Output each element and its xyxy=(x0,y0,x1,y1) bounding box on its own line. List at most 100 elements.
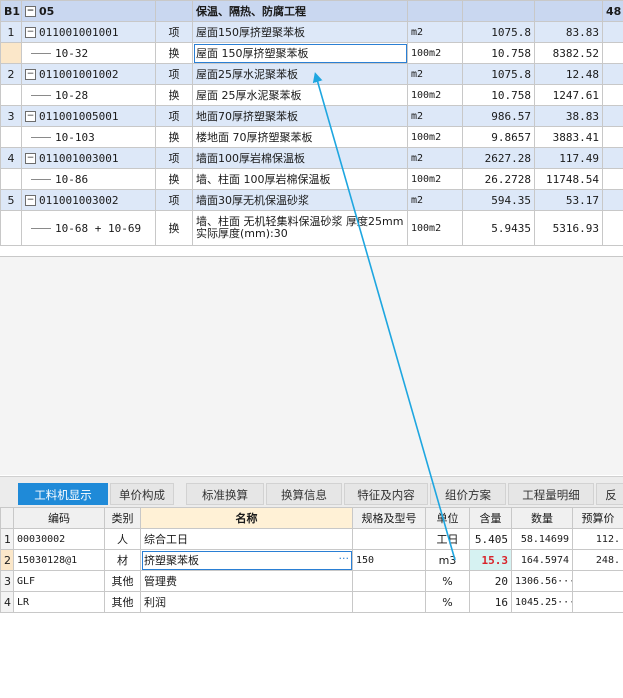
spec-cell[interactable] xyxy=(352,570,426,592)
quantity-cell[interactable]: 26.2728 xyxy=(462,168,535,190)
price-cell[interactable]: 8382.52 xyxy=(534,42,603,64)
tab-1[interactable]: 单价构成 xyxy=(110,483,174,505)
tab-7[interactable]: 反 xyxy=(596,483,623,505)
name-cell[interactable]: 楼地面 70厚挤塑聚苯板 xyxy=(192,126,408,148)
price-cell[interactable]: 5316.93 xyxy=(534,210,603,246)
more-icon[interactable]: ··· xyxy=(339,552,350,565)
type-cell[interactable]: 换 xyxy=(155,210,193,246)
price-cell[interactable]: 11748.54 xyxy=(534,168,603,190)
budget-price-cell[interactable]: 248. xyxy=(572,549,623,571)
bill-item-row[interactable]: 1−011001001001 项屋面150厚挤塑聚苯板 m2 1075.8 83.83 xyxy=(0,21,623,43)
collapse-icon[interactable]: − xyxy=(25,6,36,17)
quantity-cell[interactable]: 594.35 xyxy=(462,189,535,211)
price-cell[interactable]: 1247.61 xyxy=(534,84,603,106)
code-cell[interactable]: −011001003002 xyxy=(21,189,156,211)
unit-cell[interactable]: m2 xyxy=(407,147,463,169)
collapse-icon[interactable]: − xyxy=(25,153,36,164)
column-header-6[interactable]: 含量 xyxy=(469,507,512,529)
budget-price-cell[interactable]: 112. xyxy=(572,528,623,550)
spec-cell[interactable] xyxy=(352,528,426,550)
quota-row[interactable]: 10-103 换楼地面 70厚挤塑聚苯板 100m2 9.8657 3883.41 xyxy=(0,126,623,148)
price-cell[interactable]: 3883.41 xyxy=(534,126,603,148)
bill-item-row[interactable]: 3−011001005001 项地面70厚挤塑聚苯板 m2 986.57 38.83 xyxy=(0,105,623,127)
spec-cell[interactable]: 150 xyxy=(352,549,426,571)
quota-row[interactable]: 10-68 + 10-69 换墙、柱面 无机轻集料保温砂浆 厚度25mm 实际厚度… xyxy=(0,210,623,246)
column-header-0[interactable] xyxy=(0,507,14,529)
type-cell[interactable]: 其他 xyxy=(104,570,141,592)
tab-2[interactable]: 标准换算 xyxy=(186,483,264,505)
code-cell[interactable]: GLF xyxy=(13,570,105,592)
amount-cell[interactable]: 164.5974 xyxy=(511,549,573,571)
type-cell[interactable]: 换 xyxy=(155,126,193,148)
unit-cell[interactable]: 100m2 xyxy=(407,126,463,148)
tab-4[interactable]: 特征及内容 xyxy=(344,483,428,505)
quota-row[interactable]: 10-28 换屋面 25厚水泥聚苯板 100m2 10.758 1247.61 xyxy=(0,84,623,106)
amount-cell[interactable]: 1045.25··· xyxy=(511,591,573,613)
type-cell[interactable]: 项 xyxy=(155,189,193,211)
price-cell[interactable]: 12.48 xyxy=(534,63,603,85)
quantity-cell[interactable]: 5.9435 xyxy=(462,210,535,246)
column-header-1[interactable]: 编码 xyxy=(13,507,105,529)
code-cell[interactable]: −011001001001 xyxy=(21,21,156,43)
quantity-cell[interactable]: 10.758 xyxy=(462,42,535,64)
name-cell[interactable]: 综合工日 xyxy=(140,528,353,550)
unit-cell[interactable]: 100m2 xyxy=(407,84,463,106)
name-cell[interactable]: 墙面100厚岩棉保温板 xyxy=(192,147,408,169)
resource-row[interactable]: 4 LR 其他 利润% 16 1045.25··· xyxy=(0,591,623,613)
name-cell[interactable]: 墙、柱面 100厚岩棉保温板 xyxy=(192,168,408,190)
type-cell[interactable]: 换 xyxy=(155,84,193,106)
price-cell[interactable]: 38.83 xyxy=(534,105,603,127)
type-cell[interactable]: 换 xyxy=(155,168,193,190)
bill-item-row[interactable]: 5−011001003002 项墙面30厚无机保温砂浆 m2 594.35 53.17 xyxy=(0,189,623,211)
section-code-cell[interactable]: −05 xyxy=(21,0,156,22)
quantity-cell[interactable]: 986.57 xyxy=(462,105,535,127)
quantity-cell[interactable]: 1075.8 xyxy=(462,63,535,85)
budget-price-cell[interactable] xyxy=(572,570,623,592)
column-header-3[interactable]: 名称 xyxy=(140,507,353,529)
code-cell[interactable]: 00030002 xyxy=(13,528,105,550)
unit-cell[interactable]: % xyxy=(425,591,470,613)
content-cell[interactable]: 15.3 xyxy=(469,549,512,571)
quantity-cell[interactable]: 10.758 xyxy=(462,84,535,106)
unit-cell[interactable]: m2 xyxy=(407,63,463,85)
unit-cell[interactable]: 100m2 xyxy=(407,210,463,246)
unit-cell[interactable]: % xyxy=(425,570,470,592)
type-cell[interactable]: 材 xyxy=(104,549,141,571)
collapse-icon[interactable]: − xyxy=(25,69,36,80)
collapse-icon[interactable]: − xyxy=(25,27,36,38)
collapse-icon[interactable]: − xyxy=(25,195,36,206)
price-cell[interactable]: 53.17 xyxy=(534,189,603,211)
bill-item-row[interactable]: 4−011001003001 项墙面100厚岩棉保温板 m2 2627.28 117.4… xyxy=(0,147,623,169)
budget-price-cell[interactable] xyxy=(572,591,623,613)
content-cell[interactable]: 20 xyxy=(469,570,512,592)
unit-cell[interactable]: 100m2 xyxy=(407,168,463,190)
code-cell[interactable]: 10-86 xyxy=(21,168,156,190)
code-cell[interactable]: −011001003001 xyxy=(21,147,156,169)
name-cell[interactable]: 屋面25厚水泥聚苯板 xyxy=(192,63,408,85)
quantity-cell[interactable]: 9.8657 xyxy=(462,126,535,148)
name-cell[interactable]: 管理费 xyxy=(140,570,353,592)
type-cell[interactable]: 项 xyxy=(155,63,193,85)
content-cell[interactable]: 5.405 xyxy=(469,528,512,550)
quota-row[interactable]: 10-32 换屋面 150厚挤塑聚苯板 100m2 10.758 8382.52 xyxy=(0,42,623,64)
unit-cell[interactable]: m3 xyxy=(425,549,470,571)
code-cell[interactable]: −011001001002 xyxy=(21,63,156,85)
name-cell[interactable]: 地面70厚挤塑聚苯板 xyxy=(192,105,408,127)
quota-row[interactable]: 10-86 换墙、柱面 100厚岩棉保温板 100m2 26.2728 11748.54 xyxy=(0,168,623,190)
name-cell[interactable]: 屋面 25厚水泥聚苯板 xyxy=(192,84,408,106)
column-header-8[interactable]: 预算价 xyxy=(572,507,623,529)
tab-6[interactable]: 工程量明细 xyxy=(508,483,594,505)
resource-grid[interactable]: 编码 类别 名称 规格及型号 单位 含量 数量 预算价 1 00030002 人综合工日 工日 5.4… xyxy=(0,507,623,613)
code-cell[interactable]: LR xyxy=(13,591,105,613)
name-cell[interactable]: 墙、柱面 无机轻集料保温砂浆 厚度25mm 实际厚度(mm):30 xyxy=(192,210,408,246)
code-cell[interactable]: −011001005001 xyxy=(21,105,156,127)
type-cell[interactable]: 换 xyxy=(155,42,193,64)
collapse-icon[interactable]: − xyxy=(25,111,36,122)
spec-cell[interactable] xyxy=(352,591,426,613)
column-header-2[interactable]: 类别 xyxy=(104,507,141,529)
unit-cell[interactable]: m2 xyxy=(407,189,463,211)
code-cell[interactable]: 10-32 xyxy=(21,42,156,64)
name-cell[interactable]: 屋面150厚挤塑聚苯板 xyxy=(192,21,408,43)
amount-cell[interactable]: 1306.56··· xyxy=(511,570,573,592)
resource-row[interactable]: 3 GLF 其他 管理费% 20 1306.56··· xyxy=(0,570,623,592)
